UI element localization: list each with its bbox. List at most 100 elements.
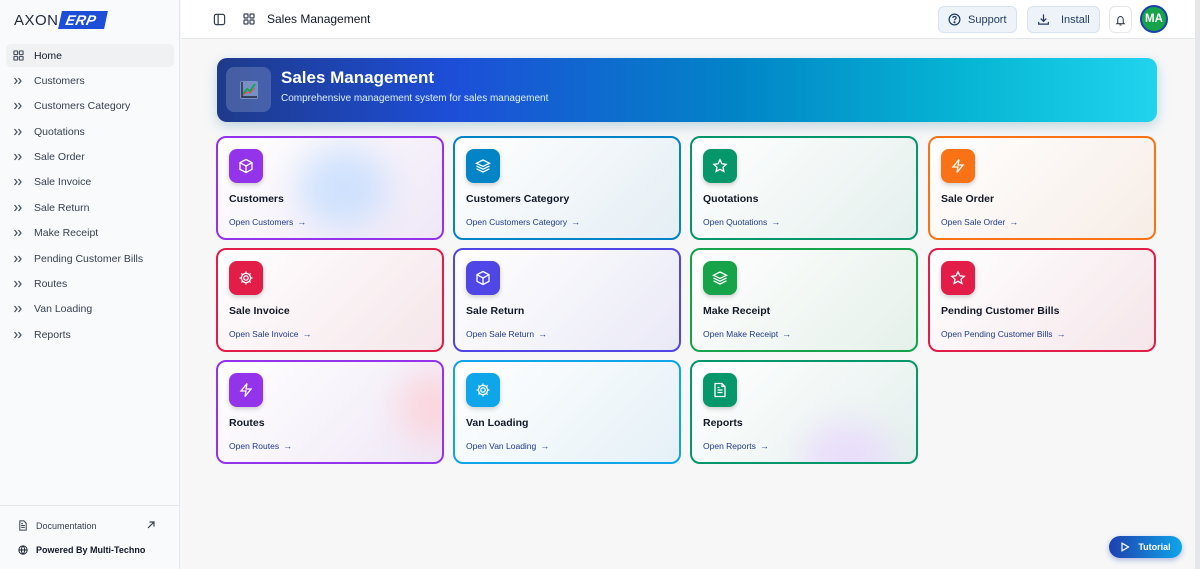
page-title: Sales Management <box>267 12 371 26</box>
chevrons-right-icon <box>12 278 24 290</box>
chevrons-right-icon <box>12 329 24 341</box>
chevrons-right-icon <box>12 126 24 138</box>
support-button[interactable]: Support <box>938 6 1017 33</box>
module-card-quotations[interactable]: Quotations Open Quotations → <box>690 136 918 240</box>
module-card-sale-order[interactable]: Sale Order Open Sale Order → <box>928 136 1156 240</box>
sidebar-item-label: Customers <box>34 74 85 87</box>
sidebar-nav: Home Customers Customers Category Quotat… <box>6 44 174 349</box>
sidebar-toggle-icon[interactable] <box>212 12 226 26</box>
module-card-link-label: Open Customers Category <box>466 217 568 227</box>
sidebar-item-label: Sale Order <box>34 151 85 164</box>
sidebar-item-make-receipt[interactable]: Make Receipt <box>6 222 174 245</box>
module-card-reports[interactable]: Reports Open Reports → <box>690 360 918 464</box>
module-card-link[interactable]: Open Customers → <box>229 217 306 227</box>
module-card-link-label: Open Pending Customer Bills <box>941 329 1053 339</box>
module-card-title: Customers <box>229 193 284 205</box>
sidebar-item-label: Sale Return <box>34 201 90 214</box>
gear-icon <box>229 261 263 295</box>
sidebar-item-sale-return[interactable]: Sale Return <box>6 196 174 219</box>
notifications-button[interactable] <box>1109 6 1132 33</box>
external-link-icon <box>147 521 155 529</box>
document-icon <box>703 373 737 407</box>
sidebar-item-routes[interactable]: Routes <box>6 273 174 296</box>
module-card-pending-customer-bills[interactable]: Pending Customer Bills Open Pending Cust… <box>928 248 1156 352</box>
arrow-right-icon: → <box>283 441 293 451</box>
grid-icon <box>12 50 24 62</box>
layers-icon <box>466 149 500 183</box>
sidebar-item-pending-customer-bills[interactable]: Pending Customer Bills <box>6 247 174 270</box>
chevrons-right-icon <box>12 100 24 112</box>
cube-icon <box>466 261 500 295</box>
module-card-link[interactable]: Open Sale Order → <box>941 217 1018 227</box>
powered-by-label: Powered By Multi-Techno <box>36 545 146 555</box>
module-card-link[interactable]: Open Pending Customer Bills → <box>941 329 1066 339</box>
sidebar-item-label: Quotations <box>34 125 85 138</box>
module-card-link-label: Open Quotations <box>703 217 768 227</box>
avatar[interactable]: MA <box>1140 5 1168 33</box>
globe-icon <box>18 545 28 555</box>
module-card-sale-invoice[interactable]: Sale Invoice Open Sale Invoice → <box>216 248 444 352</box>
arrow-right-icon: → <box>538 329 548 339</box>
sidebar-item-van-loading[interactable]: Van Loading <box>6 298 174 321</box>
module-card-link-label: Open Reports <box>703 441 756 451</box>
sidebar-item-label: Make Receipt <box>34 227 99 240</box>
bell-icon <box>1115 15 1126 26</box>
sidebar-item-sale-order[interactable]: Sale Order <box>6 146 174 169</box>
sidebar-item-label: Reports <box>34 328 71 341</box>
arrow-right-icon: → <box>782 329 792 339</box>
module-card-link[interactable]: Open Van Loading → <box>466 441 549 451</box>
play-icon <box>1121 542 1131 552</box>
axon-erp-logo[interactable]: AXON ERP <box>14 10 108 30</box>
documentation-link[interactable]: Documentation <box>18 520 164 531</box>
sidebar-item-customers-category[interactable]: Customers Category <box>6 95 174 118</box>
cube-icon <box>229 149 263 183</box>
module-card-link[interactable]: Open Sale Invoice → <box>229 329 311 339</box>
module-card-customers[interactable]: Customers Open Customers → <box>216 136 444 240</box>
module-card-link[interactable]: Open Quotations → <box>703 217 780 227</box>
sidebar-item-reports[interactable]: Reports <box>6 323 174 346</box>
support-label: Support <box>968 13 1007 26</box>
arrow-right-icon: → <box>1056 329 1066 339</box>
install-label: Install <box>1061 13 1090 26</box>
layers-icon <box>703 261 737 295</box>
module-card-title: Sale Order <box>941 193 995 205</box>
module-card-link[interactable]: Open Sale Return → <box>466 329 547 339</box>
module-card-link[interactable]: Open Reports → <box>703 441 769 451</box>
module-card-van-loading[interactable]: Van Loading Open Van Loading → <box>453 360 681 464</box>
arrow-right-icon: → <box>1009 217 1019 227</box>
module-card-link[interactable]: Open Routes → <box>229 441 292 451</box>
sidebar-item-home[interactable]: Home <box>6 44 174 67</box>
page-banner: Sales Management Comprehensive managemen… <box>217 58 1157 122</box>
sidebar-item-quotations[interactable]: Quotations <box>6 120 174 143</box>
powered-by: Powered By Multi-Techno <box>18 545 145 555</box>
module-card-link-label: Open Sale Invoice <box>229 329 299 339</box>
sidebar-item-label: Van Loading <box>34 303 93 316</box>
module-card-title: Make Receipt <box>703 305 771 317</box>
module-card-link[interactable]: Open Customers Category → <box>466 217 580 227</box>
banner-subtitle: Comprehensive management system for sale… <box>281 93 549 104</box>
arrow-right-icon: → <box>302 329 312 339</box>
module-card-link[interactable]: Open Make Receipt → <box>703 329 791 339</box>
sidebar-item-label: Customers Category <box>34 100 131 113</box>
topbar: Sales Management Support Install MA <box>181 0 1195 39</box>
logo-text-axon: AXON <box>14 11 59 29</box>
module-card-routes[interactable]: Routes Open Routes → <box>216 360 444 464</box>
chevrons-right-icon <box>12 151 24 163</box>
install-button[interactable]: Install <box>1027 6 1100 33</box>
sidebar-item-label: Sale Invoice <box>34 176 92 189</box>
sidebar-item-customers[interactable]: Customers <box>6 69 174 92</box>
sidebar-item-sale-invoice[interactable]: Sale Invoice <box>6 171 174 194</box>
sidebar-item-label: Home <box>34 49 63 62</box>
grid-icon[interactable] <box>242 12 256 26</box>
arrow-right-icon: → <box>571 217 581 227</box>
logo-text-erp: ERP <box>57 11 108 29</box>
tutorial-button[interactable]: Tutorial <box>1109 536 1182 558</box>
module-card-title: Sale Return <box>466 305 525 317</box>
chevrons-right-icon <box>12 176 24 188</box>
arrow-right-icon: → <box>540 441 550 451</box>
module-card-sale-return[interactable]: Sale Return Open Sale Return → <box>453 248 681 352</box>
scrollbar[interactable] <box>1195 0 1200 569</box>
module-card-make-receipt[interactable]: Make Receipt Open Make Receipt → <box>690 248 918 352</box>
sidebar-item-label: Pending Customer Bills <box>34 252 144 265</box>
module-card-customers-category[interactable]: Customers Category Open Customers Catego… <box>453 136 681 240</box>
